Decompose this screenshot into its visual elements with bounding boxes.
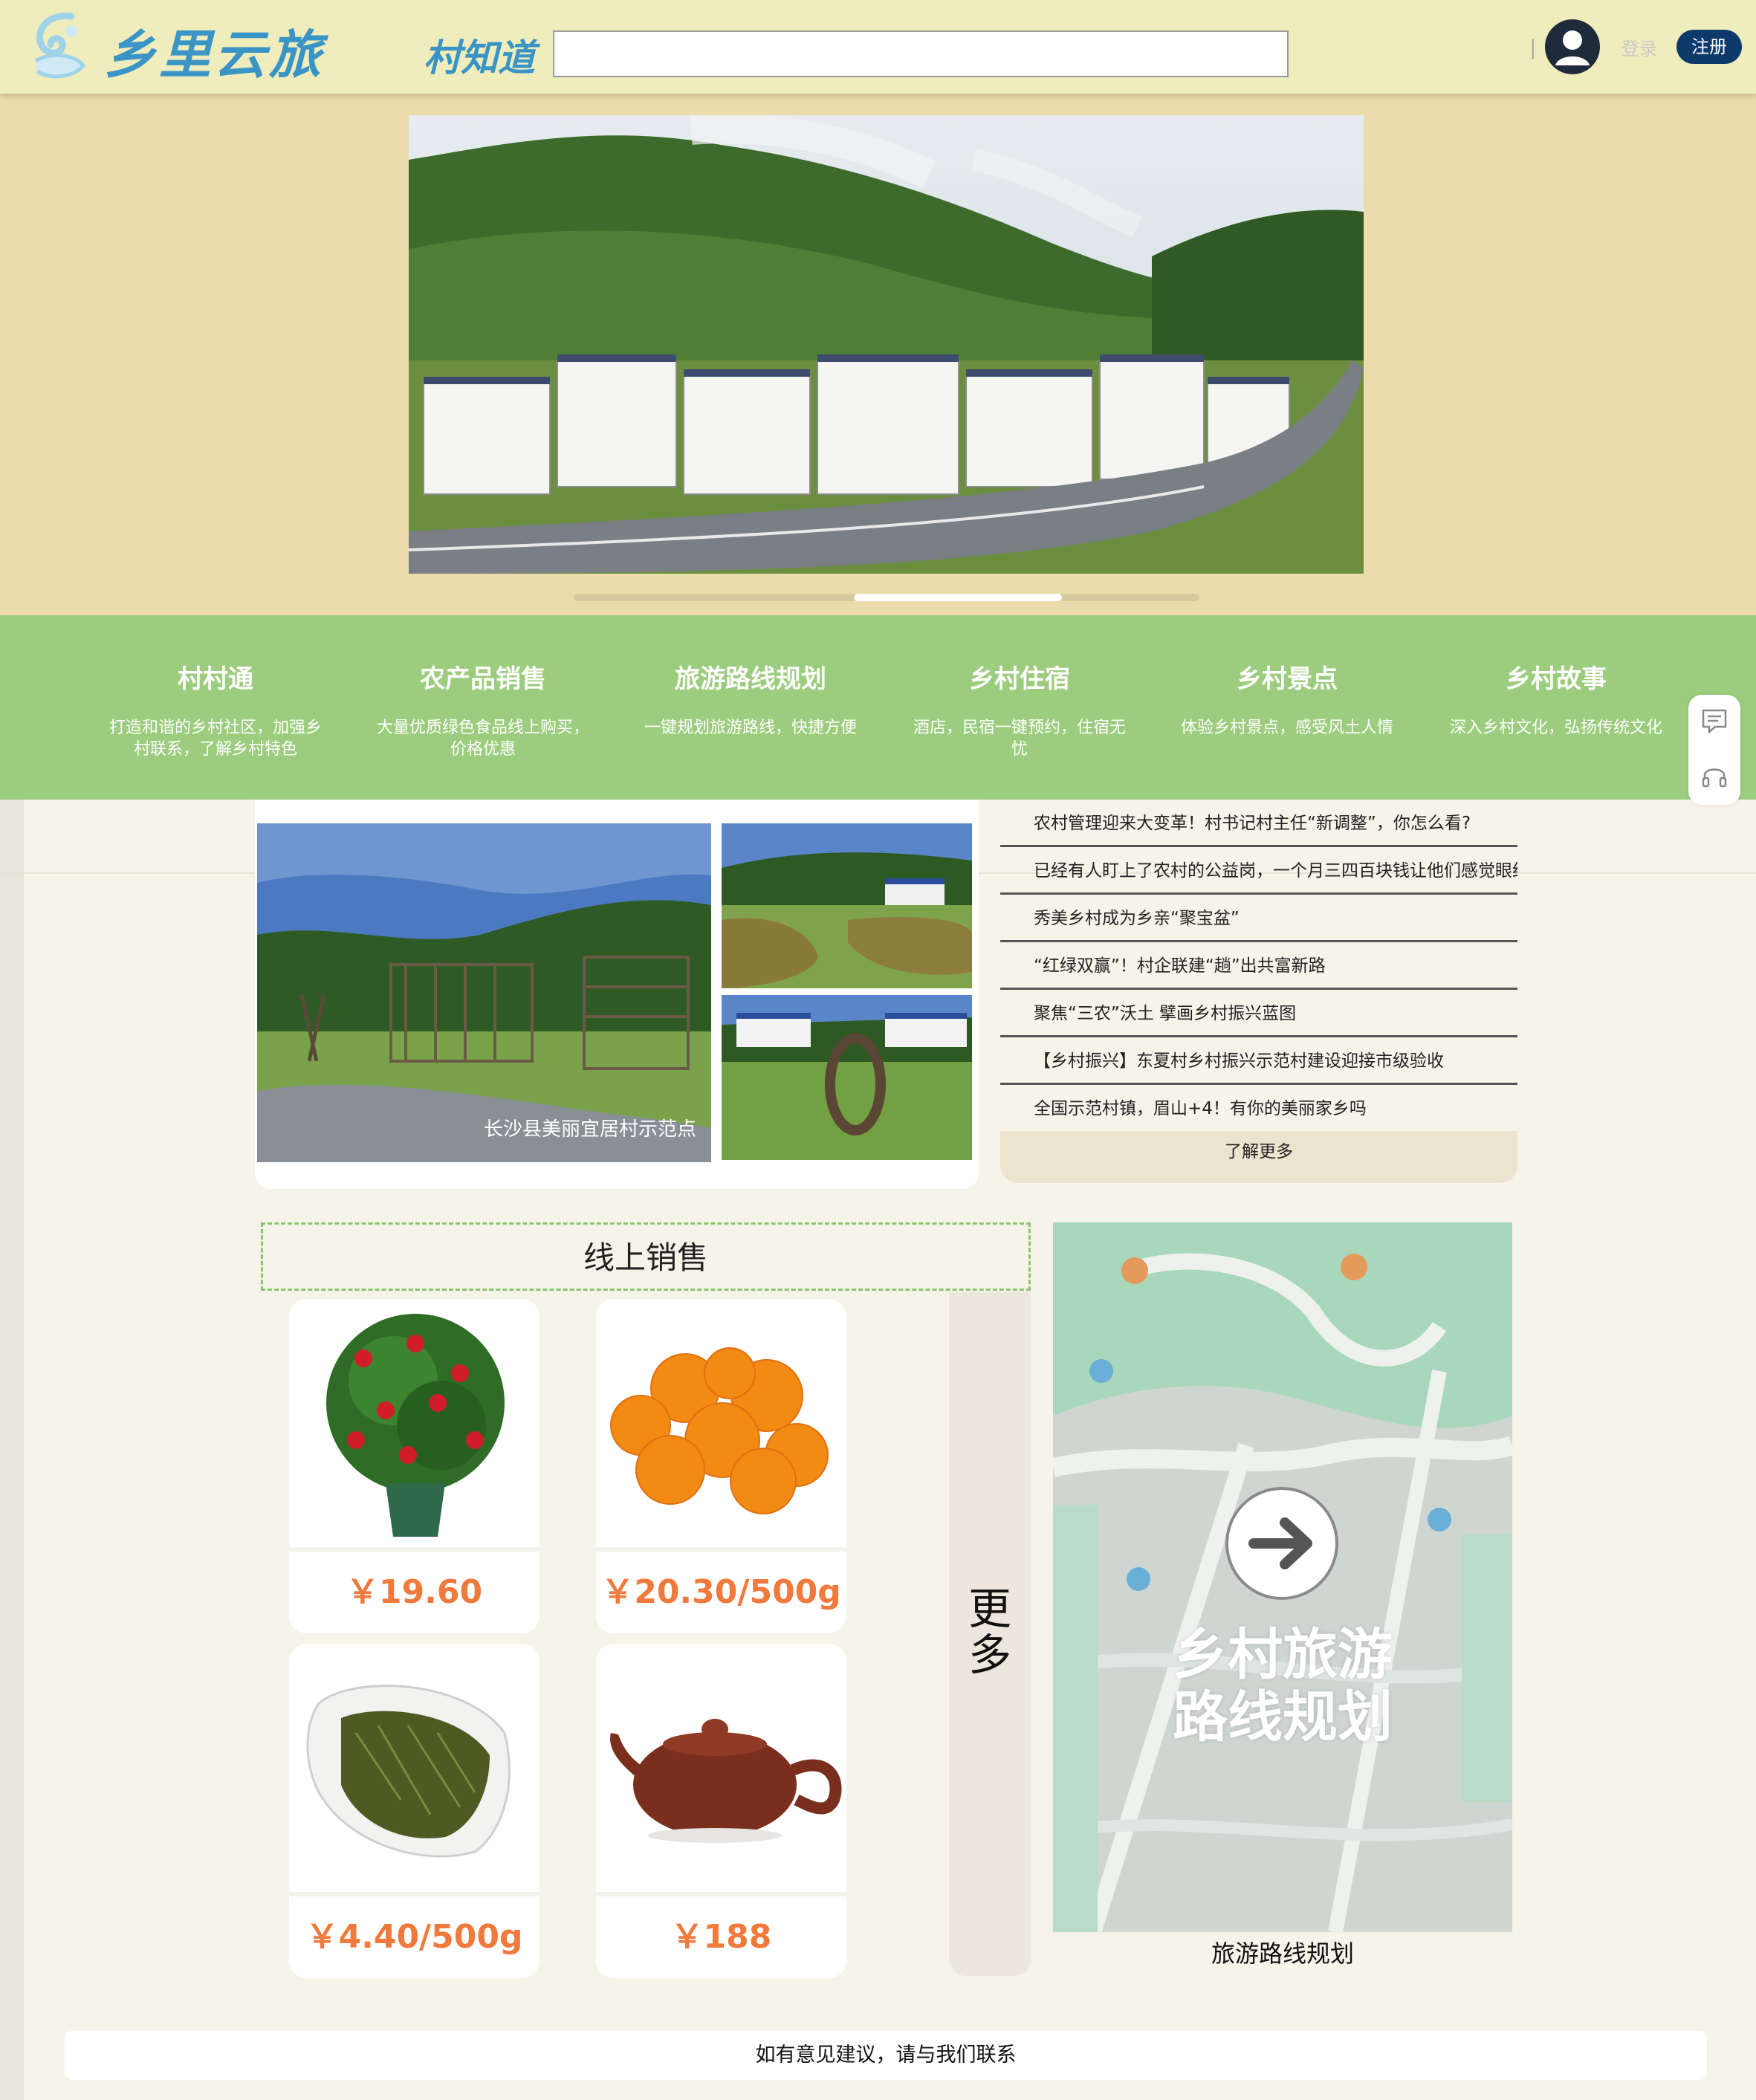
logo-icon[interactable]	[28, 9, 92, 83]
product-price: ￥20.30/500g	[601, 1573, 841, 1611]
photo-caption: 长沙县美丽宜居村示范点	[483, 1118, 696, 1141]
feature-desc: 大量优质绿色食品线上购买，价格优惠	[376, 719, 589, 759]
header-divider: |	[1529, 35, 1537, 59]
gallery-sculpture-photo[interactable]	[722, 995, 972, 1160]
route-planning-card[interactable]: 乡村旅游 路线规划 旅游路线规划	[1053, 1222, 1512, 1968]
feature-attractions[interactable]: 乡村景点 体验乡村景点，感受风土人情	[1176, 658, 1399, 739]
register-button[interactable]: 注册	[1676, 30, 1742, 64]
message-icon[interactable]	[1700, 707, 1729, 735]
feature-desc: 酒店，民宿一键预约，住宿无忧	[913, 719, 1126, 759]
hero-banner	[0, 94, 1756, 615]
product-price: ￥188	[670, 1918, 772, 1956]
left-gutter	[0, 800, 24, 2100]
feature-stories[interactable]: 乡村故事 深入乡村文化，弘扬传统文化	[1445, 658, 1668, 739]
feature-desc: 打造和谐的乡村社区，加强乡村联系，了解乡村特色	[108, 719, 322, 759]
user-avatar-icon[interactable]	[1545, 19, 1600, 74]
product-card[interactable]: ￥188	[596, 1644, 846, 1978]
gallery-pond-photo[interactable]	[722, 823, 972, 988]
feature-lodging[interactable]: 乡村住宿 酒店，民宿一键预约，住宿无忧	[908, 658, 1131, 760]
feature-desc: 体验乡村景点，感受风土人情	[1180, 719, 1393, 737]
map-overlay-line: 路线规划	[1173, 1685, 1393, 1749]
product-card[interactable]: ￥4.40/500g	[289, 1644, 540, 1978]
hero-village-photo[interactable]	[409, 115, 1364, 574]
feature-title: 旅游路线规划	[675, 664, 826, 694]
product-card[interactable]: ￥19.60	[289, 1299, 540, 1633]
more-label: 更多	[968, 1584, 1011, 1680]
nav-brand-link[interactable]: 村知道	[424, 28, 535, 82]
news-item[interactable]: 聚焦“三农”沃土 擘画乡村振兴蓝图	[1000, 990, 1517, 1037]
green-tea-icon	[289, 1644, 540, 1892]
feature-desc: 深入乡村文化，弘扬传统文化	[1449, 719, 1662, 737]
map-overlay-line: 乡村旅游	[1173, 1623, 1393, 1687]
feature-route-planning[interactable]: 旅游路线规划 一键规划旅游路线，快捷方便	[639, 658, 862, 739]
feature-desc: 一键规划旅游路线，快捷方便	[644, 719, 857, 737]
login-link[interactable]: 登录	[1621, 34, 1657, 60]
product-price: ￥19.60	[346, 1573, 483, 1611]
site-logo-text[interactable]: 乡里云旅	[104, 13, 324, 88]
news-item[interactable]: “红绿双赢”！村企联建“趟”出共富新路	[1000, 942, 1517, 990]
search-input[interactable]	[553, 30, 1289, 77]
sales-section-title: 线上销售	[261, 1222, 1031, 1291]
headset-icon[interactable]	[1700, 762, 1729, 790]
sales-more-button[interactable]: 更多	[949, 1292, 1031, 1976]
product-card[interactable]: ￥20.30/500g	[596, 1299, 846, 1633]
news-more-button[interactable]: 了解更多	[1000, 1131, 1517, 1183]
top-header: 乡里云旅 村知道 | 登录 注册	[0, 0, 1756, 94]
floating-toolbar	[1688, 695, 1740, 805]
map-card-label: 旅游路线规划	[1211, 1939, 1354, 1968]
feature-produce-sales[interactable]: 农产品销售 大量优质绿色食品线上购买，价格优惠	[372, 658, 594, 760]
feature-title: 农产品销售	[420, 664, 546, 694]
feature-bar: 村村通 打造和谐的乡村社区，加强乡村联系，了解乡村特色 农产品销售 大量优质绿色…	[0, 615, 1756, 800]
map-overlay-title: 乡村旅游 路线规划	[1053, 1624, 1512, 1749]
camellia-plant-icon	[289, 1299, 540, 1547]
news-item[interactable]: 农村管理迎来大变革！村书记村主任“新调整”，你怎么看?	[1000, 800, 1517, 847]
news-item[interactable]: 全国示范村镇，眉山+4！有你的美丽家乡吗	[1000, 1085, 1517, 1130]
feature-title: 乡村住宿	[969, 664, 1070, 694]
news-item[interactable]: 已经有人盯上了农村的公益岗，一个月三四百块钱让他们感觉眼红	[1000, 847, 1517, 895]
feature-cuncuntong[interactable]: 村村通 打造和谐的乡村社区，加强乡村联系，了解乡村特色	[104, 658, 327, 760]
arrow-right-icon[interactable]	[1225, 1487, 1338, 1600]
gallery-main-photo[interactable]: 长沙县美丽宜居村示范点	[257, 823, 711, 1162]
carousel-indicator[interactable]	[853, 594, 1062, 601]
feedback-footer[interactable]: 如有意见建议，请与我们联系	[65, 2031, 1707, 2080]
news-item[interactable]: 秀美乡村成为乡亲“聚宝盆”	[1000, 895, 1517, 942]
feature-title: 乡村故事	[1506, 664, 1607, 694]
oranges-icon	[596, 1299, 846, 1547]
news-item[interactable]: 【乡村振兴】东夏村乡村振兴示范村建设迎接市级验收	[1000, 1037, 1517, 1085]
feature-title: 村村通	[178, 664, 253, 694]
feature-title: 乡村景点	[1237, 664, 1338, 694]
clay-teapot-icon	[596, 1644, 846, 1892]
news-list: 农村管理迎来大变革！村书记村主任“新调整”，你怎么看? 已经有人盯上了农村的公益…	[1000, 800, 1517, 1130]
product-price: ￥4.40/500g	[305, 1918, 523, 1956]
